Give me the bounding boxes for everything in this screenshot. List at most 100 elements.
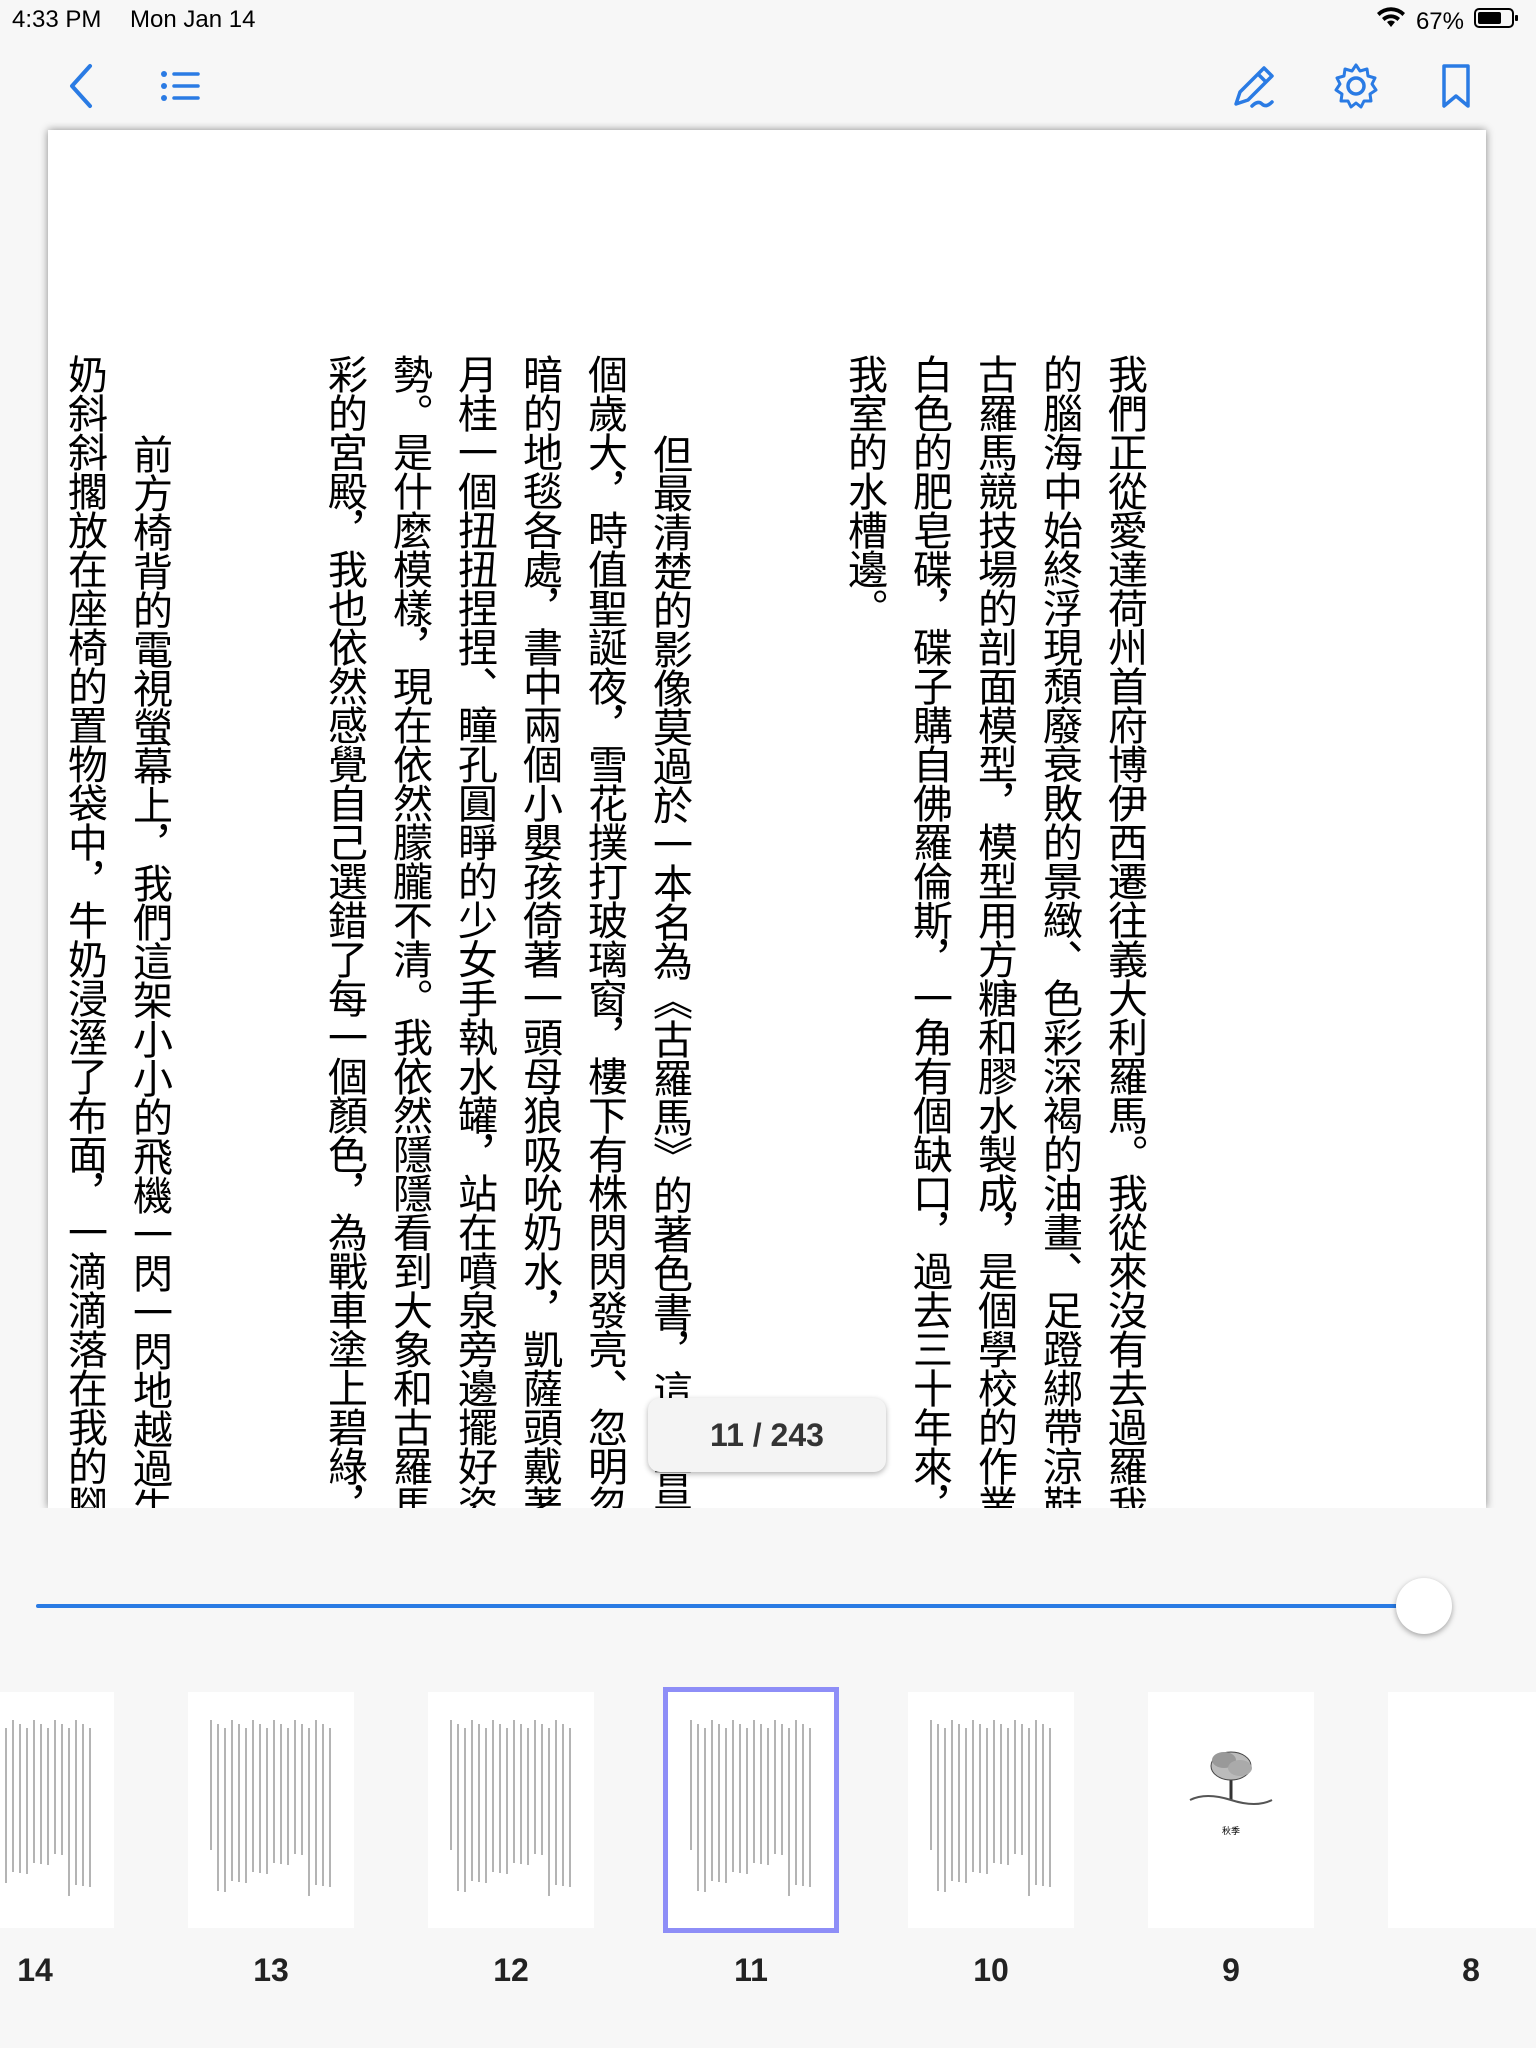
reader-toolbar [0, 44, 1536, 128]
tree-illustration-icon [1186, 1742, 1276, 1808]
list-icon [161, 71, 200, 101]
page-slider-thumb[interactable] [1396, 1578, 1452, 1634]
thumbnail-text-line [562, 1724, 564, 1886]
thumbnail-page-13[interactable] [188, 1692, 354, 1928]
thumbnail-text-line [690, 1720, 692, 1850]
thumbnail-text-line [287, 1728, 289, 1865]
thumbnail-text-line [61, 1724, 63, 1855]
thumbnail-text-line [75, 1720, 77, 1885]
thumbnail-text-line [457, 1724, 459, 1891]
paragraph: 但最清楚的影像莫過於一本名為《古羅馬》的著色書，這本書是個歲大，時值聖誕夜，雪花… [321, 354, 692, 1508]
thumbnail-label: 14 [17, 1952, 53, 1988]
thumbnail-text-line [534, 1720, 536, 1854]
thumbnail-text-line [732, 1720, 734, 1872]
thumbnail-text-line [704, 1728, 706, 1892]
status-time: 4:33 PM [12, 6, 102, 33]
thumbnail-text-line [1028, 1728, 1030, 1896]
thumbnail-text-line [210, 1720, 212, 1850]
thumbnail-text-line [1021, 1724, 1023, 1855]
thumbnail-text-line [788, 1728, 790, 1896]
thumbnail-text-line [217, 1724, 219, 1891]
thumbnail-text-line [951, 1720, 953, 1881]
page-indicator: 11 / 243 [648, 1398, 886, 1472]
thumbnail-text-line [5, 1728, 7, 1883]
thumbnail-text-line [972, 1720, 974, 1872]
thumbnail-text-line [1049, 1728, 1051, 1887]
thumbnail-text-line [718, 1724, 720, 1882]
thumbnail-page-10[interactable] [908, 1692, 1074, 1928]
thumbnail-text-line [47, 1728, 49, 1865]
thumbnail-page-12[interactable] [428, 1692, 594, 1928]
status-date: Mon Jan 14 [130, 6, 256, 33]
thumbnail-page-11[interactable] [663, 1687, 839, 1933]
thumbnail-text-line [569, 1728, 571, 1887]
thumbnail-text-line [294, 1720, 296, 1854]
status-right: 67% [1376, 6, 1520, 37]
thumbnail-text-line [725, 1728, 727, 1883]
thumbnail-text-line [506, 1728, 508, 1874]
thumbnail-page-9[interactable]: 秋季 [1148, 1692, 1314, 1928]
battery-icon [1474, 6, 1520, 37]
thumbnail-text-line [12, 1720, 14, 1872]
wifi-icon [1376, 6, 1406, 37]
thumbnail-text-line [993, 1720, 995, 1863]
thumbnail-text-line [520, 1724, 522, 1864]
thumbnail-text-line [499, 1724, 501, 1873]
thumbnail-text-line [33, 1720, 35, 1863]
thumbnail-text-line [478, 1724, 480, 1882]
thumbnail-text-line [280, 1724, 282, 1864]
thumbnail-text-line [767, 1728, 769, 1865]
thumbnail-text-line [1035, 1720, 1037, 1885]
thumbnail-text-line [492, 1720, 494, 1872]
pen-icon [1234, 66, 1274, 108]
back-button[interactable] [56, 60, 108, 112]
thumbnail-text-line [753, 1720, 755, 1863]
thumbnail-text-line [697, 1724, 699, 1891]
thumbnail-text-line [802, 1724, 804, 1886]
thumbnail-text-line [224, 1728, 226, 1892]
thumbnail-text-line [795, 1720, 797, 1885]
battery-percent: 67% [1415, 7, 1464, 35]
thumbnail-text-line [711, 1720, 713, 1881]
thumbnail-label: 10 [973, 1952, 1009, 1988]
thumbnail-text-line [252, 1720, 254, 1872]
thumbnail-caption: 秋季 [1221, 1827, 1240, 1837]
thumbnail-text-line [979, 1724, 981, 1873]
thumbnail-text-line [513, 1720, 515, 1863]
thumbnail-text-line [471, 1720, 473, 1881]
thumbnail-text-line [760, 1724, 762, 1864]
thumbnail-text-line [450, 1720, 452, 1850]
bookmark-button[interactable] [1430, 60, 1482, 112]
thumbnail-label: 12 [493, 1952, 529, 1988]
thumbnail-text-line [1007, 1728, 1009, 1865]
thumbnail-text-line [231, 1720, 233, 1881]
bookmark-icon [1442, 64, 1470, 108]
paragraph: 前方椅背的電視螢幕上，我們這架小小的飛機一閃一閃地越過牛奶斜斜擱放在座椅的置物袋… [61, 354, 172, 1508]
thumbnail-text-line [54, 1720, 56, 1854]
book-page[interactable]: 我們正從愛達荷州首府博伊西遷往義大利羅馬。我從來沒有去過羅我的腦海中始終浮現頹廢… [48, 130, 1486, 1508]
thumbnail-page-14[interactable] [0, 1692, 114, 1928]
gear-icon [1334, 63, 1378, 109]
thumbnail-text-line [82, 1724, 84, 1886]
table-of-contents-button[interactable] [154, 60, 206, 112]
thumbnail-text-line [739, 1724, 741, 1873]
thumbnail-text-line [1000, 1724, 1002, 1864]
thumbnail-text-line [555, 1720, 557, 1885]
thumbnail-text-line [308, 1728, 310, 1896]
thumbnail-text-line [527, 1728, 529, 1865]
page-slider-track[interactable] [36, 1604, 1426, 1608]
thumbnail-page-8[interactable] [1388, 1692, 1536, 1928]
thumbnail-text-line [781, 1724, 783, 1855]
thumbnail-text-line [809, 1728, 811, 1887]
status-bar: 4:33 PM Mon Jan 14 67% [0, 0, 1536, 44]
settings-button[interactable] [1330, 60, 1382, 112]
thumbnail-label: 9 [1222, 1952, 1240, 1988]
thumbnail-text-line [68, 1728, 70, 1896]
thumbnail-text-line [238, 1724, 240, 1882]
thumbnail-text-line [19, 1724, 21, 1873]
thumbnail-text-line [26, 1728, 28, 1874]
annotate-button[interactable] [1228, 60, 1280, 112]
thumbnail-text-line [937, 1724, 939, 1891]
thumbnail-text-line [245, 1728, 247, 1883]
thumbnail-text-line [986, 1728, 988, 1874]
